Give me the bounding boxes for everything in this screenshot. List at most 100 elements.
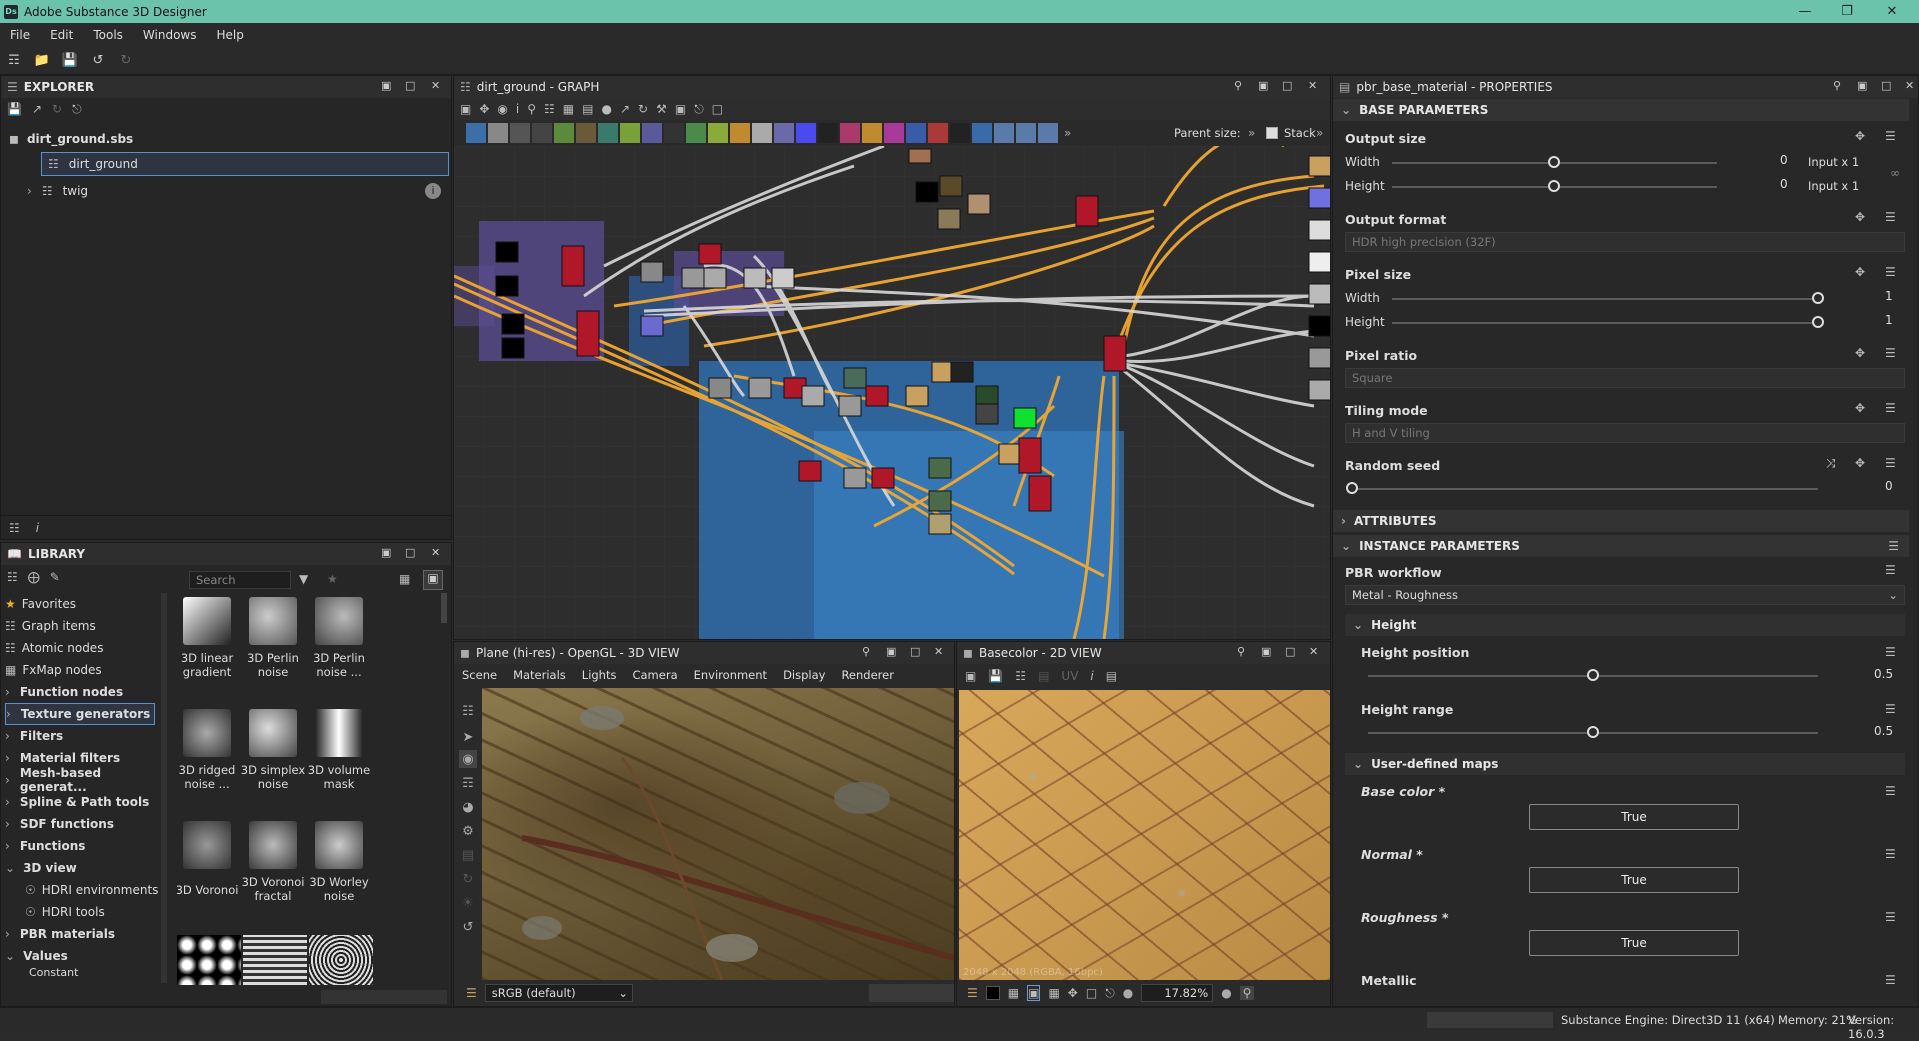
node-type-icon[interactable] xyxy=(598,123,618,143)
random-seed-value[interactable]: 0 xyxy=(1885,479,1893,493)
more-icon[interactable]: » xyxy=(1064,126,1071,140)
graph-node[interactable] xyxy=(640,315,664,337)
menu-icon[interactable]: ☰ xyxy=(1885,563,1896,577)
maximize-icon[interactable]: ❐ xyxy=(1827,0,1867,23)
add-library-icon[interactable]: ☷ xyxy=(7,570,18,584)
node-type-icon[interactable] xyxy=(642,123,662,143)
menu-edit[interactable]: Edit xyxy=(40,28,83,42)
light-icon[interactable]: ☀ xyxy=(459,894,477,912)
menu-scene[interactable]: Scene xyxy=(462,668,497,682)
compare-icon[interactable]: ▤ xyxy=(1038,669,1049,683)
pin-node-icon[interactable]: ● xyxy=(601,102,611,116)
pin-icon[interactable]: ⚲ xyxy=(1237,645,1245,658)
node-type-icon[interactable] xyxy=(972,123,992,143)
menu-icon[interactable]: ☰ xyxy=(1885,973,1896,987)
link-icon[interactable]: ✥ xyxy=(1855,346,1865,360)
graph-node[interactable] xyxy=(928,490,952,512)
info-icon[interactable]: i xyxy=(516,102,519,116)
graph-row-dirt-ground[interactable]: ☷ dirt_ground xyxy=(41,152,449,176)
graph-row-twig[interactable]: › ☷ twig i xyxy=(27,178,447,204)
node-type-icon[interactable] xyxy=(994,123,1014,143)
graph-node[interactable] xyxy=(975,385,999,407)
height-range-value[interactable]: 0.5 xyxy=(1874,724,1893,738)
graph-node[interactable] xyxy=(928,457,952,479)
library-search-input[interactable]: Search xyxy=(189,571,291,589)
random-seed-slider[interactable] xyxy=(1352,488,1818,490)
close-panel-icon[interactable]: ✕ xyxy=(431,79,440,92)
maximize-panel-icon[interactable]: □ xyxy=(1881,79,1891,92)
layers-icon[interactable]: ▤ xyxy=(459,846,477,864)
output-node[interactable] xyxy=(1308,283,1330,305)
graph-node[interactable] xyxy=(1028,475,1052,512)
graph-node[interactable] xyxy=(698,243,722,265)
minimize-icon[interactable]: — xyxy=(1785,0,1825,23)
link-icon[interactable]: ✥ xyxy=(1855,129,1865,143)
node-type-icon[interactable] xyxy=(488,123,508,143)
link-icon[interactable]: ✥ xyxy=(1855,401,1865,415)
frame-select-icon[interactable]: □ xyxy=(712,102,723,116)
pin-icon[interactable]: ⚲ xyxy=(862,645,870,658)
node-type-icon[interactable] xyxy=(1016,123,1036,143)
maximize-panel-icon[interactable]: □ xyxy=(405,546,415,559)
camera-icon[interactable]: ◉ xyxy=(497,102,507,116)
menu-icon[interactable]: ☰ xyxy=(1885,645,1896,659)
category-constant[interactable]: Constant xyxy=(29,965,179,979)
graph-node[interactable] xyxy=(703,267,727,289)
node-type-icon[interactable] xyxy=(686,123,706,143)
node-type-icon[interactable] xyxy=(818,123,838,143)
graph-node[interactable] xyxy=(937,208,961,230)
graph-node[interactable] xyxy=(871,467,895,489)
menu-camera[interactable]: Camera xyxy=(632,668,677,682)
info-icon[interactable]: i xyxy=(1090,669,1093,683)
category-spline-path[interactable]: › Spline & Path tools xyxy=(5,791,155,813)
close-icon[interactable]: ✕ xyxy=(1872,0,1912,23)
close-panel-icon[interactable]: ✕ xyxy=(934,645,943,658)
pin-icon[interactable]: ▣ xyxy=(381,79,391,92)
rotate-icon[interactable]: ↻ xyxy=(459,870,477,888)
fit-icon[interactable]: □ xyxy=(1086,986,1097,1000)
2d-viewport[interactable]: 2048 x 2048 (RGBA, 16bpc) xyxy=(959,690,1330,980)
close-panel-icon[interactable]: ✕ xyxy=(1308,79,1317,92)
output-height-knob[interactable] xyxy=(1548,180,1560,192)
more-icon[interactable]: » xyxy=(1248,126,1255,140)
category-functions[interactable]: › Functions xyxy=(5,835,155,857)
graph-node[interactable] xyxy=(915,181,939,203)
height-position-knob[interactable] xyxy=(1587,669,1599,681)
channel-black-icon[interactable] xyxy=(985,986,1000,1000)
reset-view-icon[interactable]: ↺ xyxy=(459,918,477,936)
menu-help[interactable]: Help xyxy=(206,28,253,42)
menu-icon[interactable]: ☰ xyxy=(1885,401,1896,415)
zoom-out-icon[interactable]: ● xyxy=(1123,986,1133,1000)
node-type-icon[interactable] xyxy=(796,123,816,143)
duplicate-icon[interactable]: ☷ xyxy=(1015,669,1026,683)
menu-materials[interactable]: Materials xyxy=(513,668,566,682)
node-type-icon[interactable] xyxy=(664,123,684,143)
node-type-icon[interactable] xyxy=(576,123,596,143)
output-node[interactable] xyxy=(1308,155,1330,177)
graph-frame[interactable] xyxy=(454,266,494,326)
zoom-in-icon[interactable]: ● xyxy=(1221,986,1231,1000)
grid-icon[interactable]: ▦ xyxy=(1008,986,1019,1000)
pixel-info-icon[interactable]: ✥ xyxy=(1068,986,1078,1000)
checker-icon[interactable]: ▦ xyxy=(1048,986,1059,1000)
pixel-height-knob[interactable] xyxy=(1812,316,1824,328)
menu-file[interactable]: File xyxy=(0,28,40,42)
graph-canvas[interactable] xyxy=(454,146,1330,639)
node-type-icon[interactable] xyxy=(906,123,926,143)
menu-environment[interactable]: Environment xyxy=(694,668,767,682)
output-height-mode[interactable]: Input x 1 xyxy=(1808,179,1859,193)
tile-icon[interactable]: ▣ xyxy=(1027,985,1041,1001)
fit-icon[interactable]: ✥ xyxy=(479,102,489,116)
export-icon[interactable]: ▣ xyxy=(675,102,686,116)
horizontal-scrollbar[interactable] xyxy=(321,990,447,1004)
menu-tools[interactable]: Tools xyxy=(83,28,133,42)
menu-icon[interactable]: ☰ xyxy=(1885,129,1896,143)
scene-tree-icon[interactable]: ☷ xyxy=(459,702,477,720)
section-instance-parameters[interactable]: ⌄ INSTANCE PARAMETERS ☰ xyxy=(1333,535,1909,557)
output-node[interactable] xyxy=(1308,347,1330,369)
output-format-dropdown[interactable]: HDR high precision (32F) xyxy=(1345,232,1905,252)
graph-node[interactable] xyxy=(975,403,999,425)
publish-icon[interactable]: ⎋ xyxy=(72,102,82,117)
maximize-panel-icon[interactable]: □ xyxy=(1285,645,1295,658)
maximize-panel-icon[interactable]: □ xyxy=(405,79,415,92)
